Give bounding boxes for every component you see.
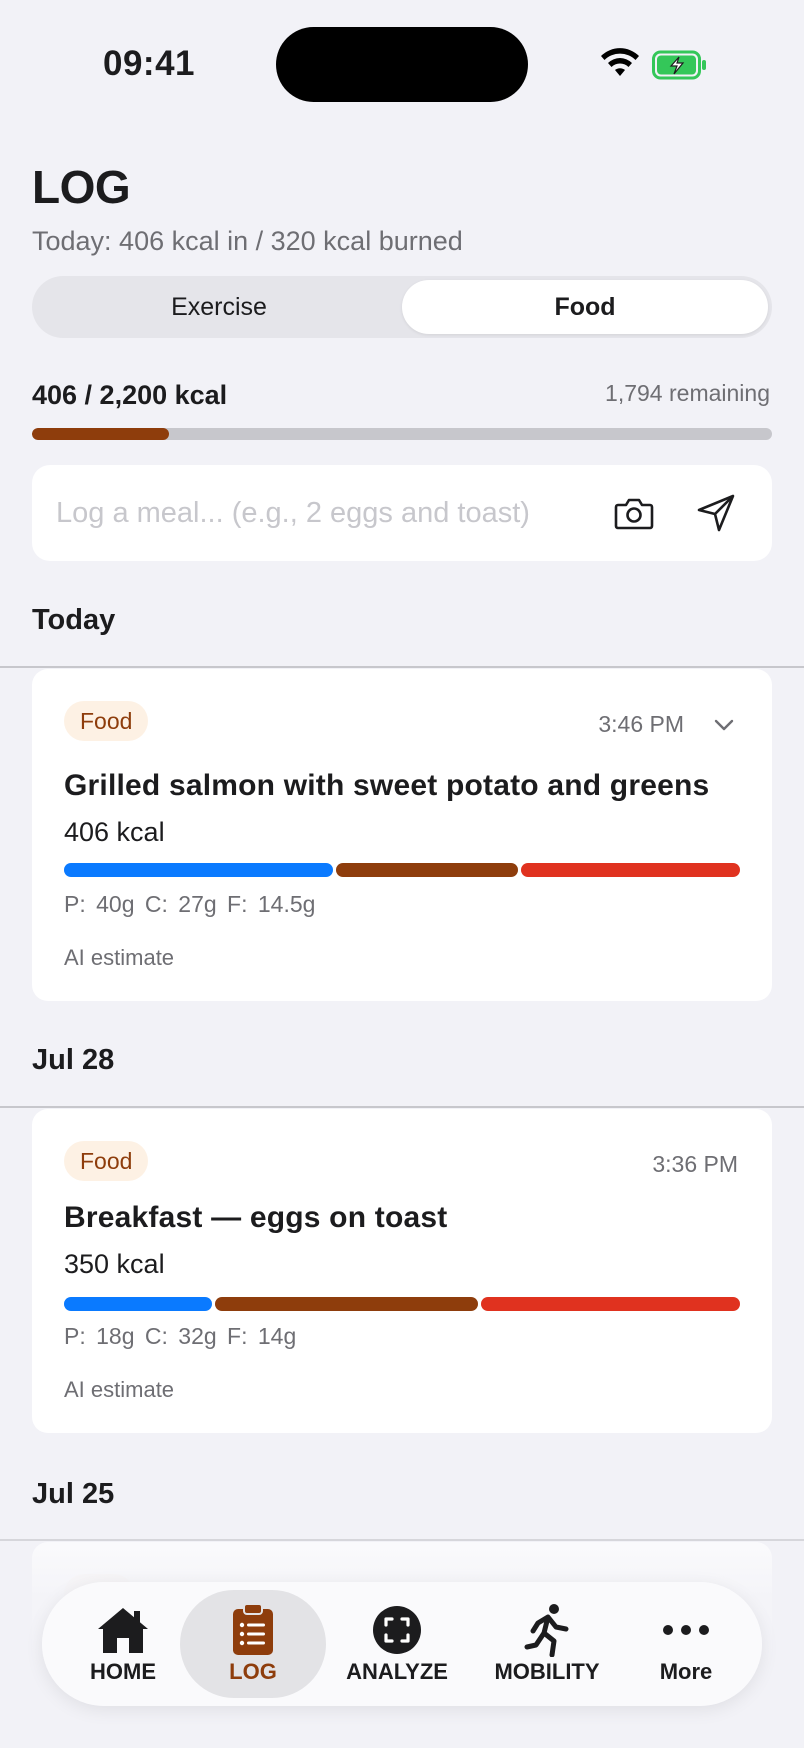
- macro-fat-segment: [520, 863, 740, 877]
- macro-bar: [64, 863, 740, 877]
- log-entry-card[interactable]: Food 3:46 PM Grilled salmon with sweet p…: [32, 669, 772, 1001]
- macro-protein-segment: [64, 1297, 212, 1311]
- segment-food[interactable]: Food: [402, 280, 768, 334]
- macro-carbs-segment: [214, 1297, 479, 1311]
- log-entry-card[interactable]: Food 3:36 PM Breakfast — eggs on toast 3…: [32, 1109, 772, 1433]
- clipboard-icon: [225, 1603, 281, 1657]
- runner-icon: [519, 1603, 575, 1657]
- camera-icon: [614, 498, 654, 530]
- entry-tag: Food: [64, 1141, 149, 1181]
- home-icon: [95, 1603, 151, 1657]
- scan-icon: [369, 1603, 425, 1657]
- tab-label: MOBILITY: [494, 1659, 600, 1684]
- tab-analyze[interactable]: ANALYZE: [332, 1582, 462, 1706]
- entry-time: 3:46 PM: [598, 711, 684, 737]
- tab-label: More: [659, 1659, 713, 1684]
- page-subtitle: Today: 406 kcal in / 320 kcal burned: [32, 226, 463, 256]
- entry-title: Breakfast — eggs on toast: [64, 1201, 448, 1234]
- tab-mobility[interactable]: MOBILITY: [472, 1582, 622, 1706]
- entry-source: AI estimate: [64, 1377, 175, 1402]
- send-icon: [697, 494, 735, 532]
- camera-button[interactable]: [612, 491, 656, 535]
- entry-time: 3:36 PM: [652, 1151, 738, 1177]
- macro-carbs-segment: [336, 863, 518, 877]
- log-type-segmented-control: Exercise Food: [32, 276, 772, 338]
- more-icon: [658, 1603, 714, 1657]
- send-button[interactable]: [692, 489, 740, 537]
- kcal-progress-bar: [32, 428, 772, 440]
- tab-label: LOG: [229, 1659, 277, 1684]
- tab-label: ANALYZE: [346, 1659, 448, 1684]
- wifi-icon: [601, 48, 639, 76]
- segment-exercise[interactable]: Exercise: [36, 280, 402, 334]
- entry-macros: P: 18g C: 32g F: 14g: [64, 1323, 297, 1349]
- entry-macros: P: 40g C: 27g F: 14.5g: [64, 891, 316, 917]
- chevron-down-icon[interactable]: [712, 713, 736, 737]
- kcal-total: 406 / 2,200 kcal: [32, 380, 228, 410]
- entry-tag: Food: [64, 701, 149, 741]
- status-bar: 09:41: [0, 0, 804, 120]
- dynamic-island: [276, 27, 528, 102]
- tab-more[interactable]: More: [626, 1582, 746, 1706]
- tab-home[interactable]: HOME: [62, 1582, 184, 1706]
- tab-label: HOME: [90, 1659, 156, 1684]
- status-time: 09:41: [103, 44, 196, 83]
- divider: [0, 666, 804, 668]
- entry-kcal: 350 kcal: [64, 1249, 165, 1279]
- kcal-remaining: 1,794 remaining: [605, 380, 770, 406]
- section-header-today: Today: [32, 604, 116, 636]
- macro-protein-segment: [64, 863, 334, 877]
- tab-log[interactable]: LOG: [180, 1582, 326, 1706]
- kcal-progress-fill: [32, 428, 169, 440]
- entry-title: Grilled salmon with sweet potato and gre…: [64, 769, 710, 802]
- page-title: LOG: [32, 161, 131, 213]
- entry-kcal: 406 kcal: [64, 817, 165, 847]
- divider: [0, 1106, 804, 1108]
- macro-fat-segment: [481, 1297, 740, 1311]
- battery-icon: [652, 50, 706, 80]
- section-header-jul-28: Jul 28: [32, 1044, 115, 1076]
- meal-input[interactable]: [56, 489, 636, 537]
- tab-bar: HOME LOG ANALYZE MOBILITY More: [42, 1582, 762, 1706]
- meal-input-box: [32, 465, 772, 561]
- macro-bar: [64, 1297, 740, 1311]
- entry-source: AI estimate: [64, 945, 175, 970]
